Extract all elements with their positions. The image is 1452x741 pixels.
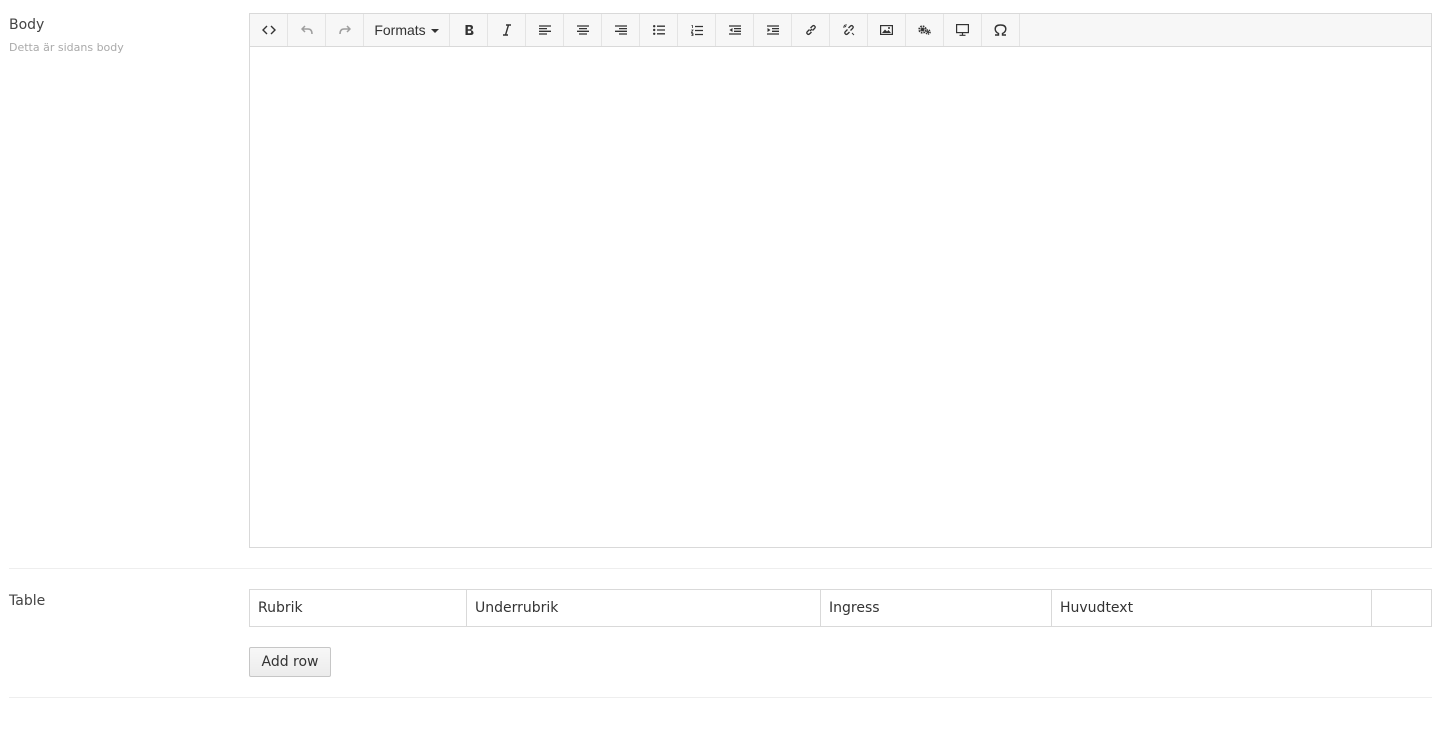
outdent-button[interactable] xyxy=(716,14,754,46)
bullet-list-icon xyxy=(652,25,665,35)
body-editor: Formats xyxy=(249,13,1432,548)
align-right-icon xyxy=(614,25,627,35)
table-label: Table xyxy=(9,593,46,609)
editor-content-area[interactable] xyxy=(250,47,1431,547)
unlink-icon xyxy=(842,24,854,36)
bold-icon xyxy=(465,25,473,35)
indent-button[interactable] xyxy=(754,14,792,46)
redo-icon xyxy=(338,25,351,35)
body-help-text: Detta är sidans body xyxy=(9,41,124,54)
bullet-list-button[interactable] xyxy=(640,14,678,46)
field-divider xyxy=(9,697,1432,698)
monitor-icon xyxy=(956,24,969,36)
outdent-icon xyxy=(728,25,741,35)
table-actions-column-header xyxy=(1372,590,1431,626)
bold-button[interactable] xyxy=(450,14,488,46)
align-left-button[interactable] xyxy=(526,14,564,46)
indent-icon xyxy=(766,25,779,35)
align-left-icon xyxy=(538,25,551,35)
italic-icon xyxy=(502,24,511,36)
settings-button[interactable] xyxy=(906,14,944,46)
gears-icon xyxy=(918,25,931,35)
code-icon xyxy=(261,25,276,35)
formats-dropdown[interactable]: Formats xyxy=(364,14,450,46)
add-row-button[interactable]: Add row xyxy=(249,647,331,677)
align-right-button[interactable] xyxy=(602,14,640,46)
redo-button[interactable] xyxy=(326,14,364,46)
numbered-list-icon xyxy=(690,24,703,36)
table-column-header: Ingress xyxy=(821,590,1052,626)
editor-toolbar: Formats xyxy=(250,14,1431,47)
italic-button[interactable] xyxy=(488,14,526,46)
body-label: Body xyxy=(9,17,45,33)
align-center-icon xyxy=(576,25,589,35)
image-icon xyxy=(880,25,893,35)
special-character-button[interactable] xyxy=(982,14,1020,46)
link-icon xyxy=(805,24,816,36)
table-header-row: Rubrik Underrubrik Ingress Huvudtext xyxy=(249,589,1432,627)
image-button[interactable] xyxy=(868,14,906,46)
preview-button[interactable] xyxy=(944,14,982,46)
undo-icon xyxy=(300,25,313,35)
source-code-button[interactable] xyxy=(250,14,288,46)
table-column-header: Underrubrik xyxy=(467,590,821,626)
numbered-list-button[interactable] xyxy=(678,14,716,46)
page: Body Detta är sidans body Formats Table … xyxy=(0,0,1452,741)
table-column-header: Huvudtext xyxy=(1052,590,1372,626)
undo-button[interactable] xyxy=(288,14,326,46)
unlink-button[interactable] xyxy=(830,14,868,46)
field-divider xyxy=(9,568,1432,569)
table-column-header: Rubrik xyxy=(250,590,467,626)
caret-down-icon xyxy=(430,29,439,33)
omega-icon xyxy=(994,24,1007,36)
formats-label: Formats xyxy=(374,22,426,38)
align-center-button[interactable] xyxy=(564,14,602,46)
link-button[interactable] xyxy=(792,14,830,46)
